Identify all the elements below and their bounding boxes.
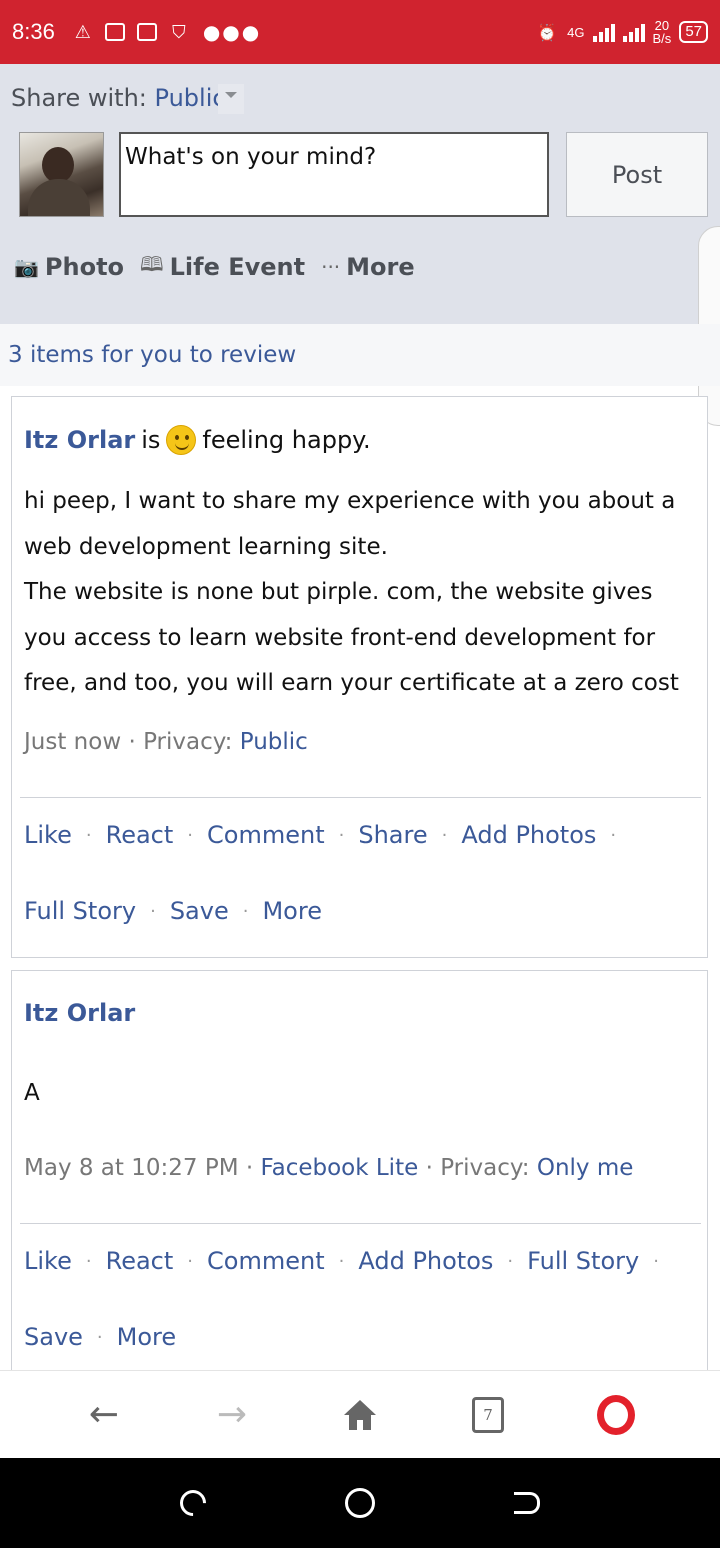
post-is-text: is — [141, 426, 161, 454]
post-actions-row: Full Story · Save · More — [24, 897, 322, 925]
book-icon: 🕮 — [140, 252, 164, 276]
forward-arrow-icon[interactable]: → — [200, 1383, 264, 1447]
more-label: More — [346, 253, 415, 281]
like-button[interactable]: Like — [24, 821, 72, 849]
comment-button[interactable]: Comment — [207, 821, 325, 849]
post-meta: May 8 at 10:27 PM · Facebook Lite · Priv… — [24, 1155, 634, 1181]
opera-logo-icon — [597, 1394, 635, 1435]
life-event-button[interactable]: 🕮 Life Event — [140, 250, 305, 284]
status-bar: 8:36 ⚠ ⛉ ●●● ⏰ 4G 20 B/s 57 — [0, 0, 720, 64]
composer-actions: 📷 Photo 🕮 Life Event ··· More — [14, 250, 415, 284]
tabs-button[interactable]: 7 — [456, 1383, 520, 1447]
back-button[interactable] — [507, 1483, 547, 1523]
more-dots-icon: ··· — [321, 255, 341, 279]
more-button[interactable]: More — [262, 897, 322, 925]
add-photos-button[interactable]: Add Photos — [461, 821, 596, 849]
post-author[interactable]: Itz Orlar — [24, 999, 135, 1027]
more-button[interactable]: More — [117, 1323, 177, 1351]
share-with-value[interactable]: Public — [155, 84, 226, 112]
privacy-label: Privacy: — [440, 1155, 530, 1181]
post-body-line: The website is none but pirple. com, the… — [24, 579, 653, 606]
chevron-down-icon[interactable] — [218, 84, 244, 114]
save-button[interactable]: Save — [24, 1323, 83, 1351]
more-button[interactable]: ··· More — [321, 250, 415, 284]
signal-icon — [592, 22, 615, 42]
home-icon[interactable] — [328, 1383, 392, 1447]
shield-icon: ⛉ — [172, 21, 186, 43]
post-composer: Share with: Public What's on your mind? … — [0, 64, 720, 324]
status-input[interactable]: What's on your mind? — [119, 132, 549, 217]
notification-icons: ⚠ ⛉ ●●● — [71, 20, 261, 44]
speed-unit: B/s — [652, 31, 672, 46]
alarm-icon: ⏰ — [537, 22, 558, 42]
post-via[interactable]: Facebook Lite — [260, 1155, 418, 1181]
react-button[interactable]: React — [106, 821, 174, 849]
privacy-label: Privacy: — [143, 729, 233, 755]
post-actions-row: Like · React · Comment · Share · Add Photos · — [24, 821, 617, 849]
post-body-line: free, and too, you will earn your certif… — [24, 670, 679, 697]
more-notifications-icon: ●●● — [202, 20, 262, 44]
post-author[interactable]: Itz Orlar — [24, 426, 135, 454]
save-button[interactable]: Save — [170, 897, 229, 925]
home-circle-icon — [344, 1488, 375, 1518]
photo-label: Photo — [44, 253, 125, 281]
post-actions-row: Save · More — [24, 1323, 177, 1351]
divider — [20, 797, 701, 798]
photo-button[interactable]: 📷 Photo — [14, 250, 124, 284]
network-type: 4G — [567, 24, 585, 40]
react-button[interactable]: React — [106, 1247, 174, 1275]
browser-nav: ← → 7 — [0, 1370, 720, 1458]
recent-apps-button[interactable] — [173, 1483, 213, 1523]
feed-post: Itz Orlar A May 8 at 10:27 PM · Facebook… — [11, 970, 708, 1370]
post-actions-row: Like · React · Comment · Add Photos · Full S… — [24, 1247, 659, 1275]
recent-apps-icon — [174, 1484, 212, 1522]
life-event-label: Life Event — [169, 253, 306, 281]
status-time: 8:36 — [12, 19, 55, 44]
share-button[interactable]: Share — [358, 821, 427, 849]
full-story-button[interactable]: Full Story — [24, 897, 136, 925]
post-body-line: web development learning site. — [24, 533, 388, 560]
privacy-value[interactable]: Public — [240, 729, 308, 755]
add-photos-button[interactable]: Add Photos — [358, 1247, 493, 1275]
share-with[interactable]: Share with: Public — [11, 84, 226, 112]
post-header: Itz Orlar is feeling happy. — [24, 425, 371, 455]
avatar[interactable] — [19, 132, 104, 217]
feed-post: Itz Orlar is feeling happy. hi peep, I w… — [11, 396, 708, 958]
tabs-icon: 7 — [472, 1396, 504, 1433]
privacy-value[interactable]: Only me — [537, 1155, 634, 1181]
post-body-line: hi peep, I want to share my experience w… — [24, 488, 676, 514]
post-body: hi peep, I want to share my experience w… — [24, 479, 704, 707]
smiley-icon — [166, 425, 197, 455]
divider — [20, 1223, 701, 1224]
battery-icon: 57 — [679, 21, 708, 43]
system-nav — [0, 1458, 720, 1548]
post-body: A — [24, 1080, 40, 1106]
review-banner[interactable]: 3 items for you to review — [0, 324, 720, 386]
like-button[interactable]: Like — [24, 1247, 72, 1275]
battery-saver-icon — [103, 20, 127, 44]
post-time[interactable]: Just now — [24, 729, 121, 755]
back-icon — [513, 1492, 540, 1514]
post-body-line: you access to learn website front-end de… — [24, 624, 656, 651]
post-button[interactable]: Post — [566, 132, 708, 217]
full-story-button[interactable]: Full Story — [527, 1247, 639, 1275]
warning-icon: ⚠ — [74, 21, 91, 43]
comment-button[interactable]: Comment — [207, 1247, 325, 1275]
post-feeling: feeling happy. — [202, 426, 371, 454]
post-meta: Just now · Privacy: Public — [24, 729, 308, 755]
signal-icon-2 — [622, 22, 645, 42]
home-button[interactable] — [340, 1483, 380, 1523]
share-with-label: Share with: — [11, 84, 147, 112]
status-right: ⏰ 4G 20 B/s 57 — [535, 19, 708, 45]
message-icon — [135, 20, 159, 44]
opera-menu-button[interactable] — [584, 1383, 648, 1447]
post-header: Itz Orlar — [24, 999, 135, 1027]
camera-icon: 📷 — [14, 255, 39, 279]
network-speed: 20 B/s — [653, 19, 672, 45]
post-time[interactable]: May 8 at 10:27 PM — [24, 1155, 239, 1181]
back-arrow-icon[interactable]: ← — [72, 1383, 136, 1447]
